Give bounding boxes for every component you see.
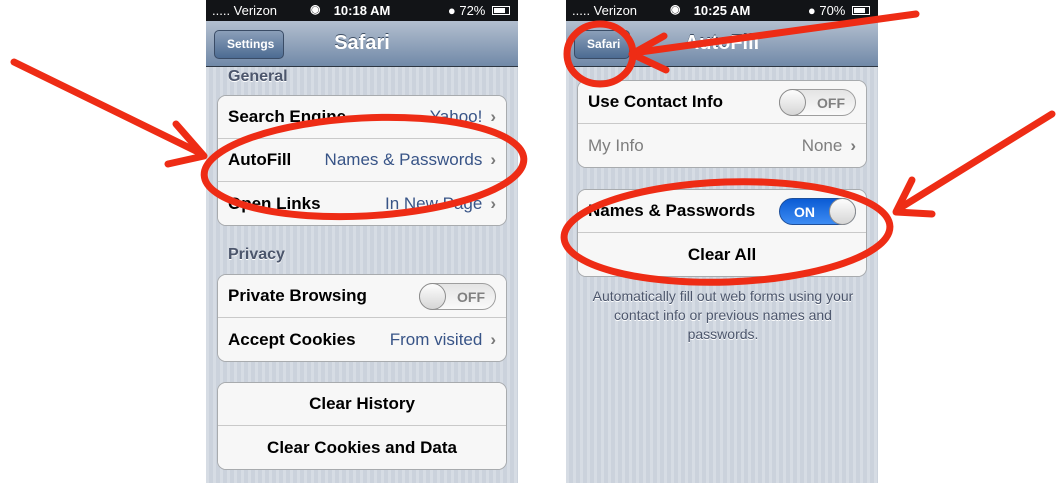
names-passwords-toggle[interactable]: ON (779, 197, 856, 225)
clear-cookies-button[interactable]: Clear Cookies and Data (218, 426, 506, 469)
toggle-state: OFF (457, 288, 485, 305)
my-info-label: My Info (588, 135, 644, 155)
page-title: Safari (334, 32, 390, 54)
battery-indicator: ● 70% (808, 3, 870, 18)
privacy-group: Private Browsing OFF Accept Cookies From… (217, 274, 507, 362)
toggle-state: ON (794, 203, 815, 220)
toggle-state: OFF (817, 94, 845, 111)
autofill-description: Automatically fill out web forms using y… (592, 288, 854, 342)
toggle-knob (779, 88, 806, 116)
open-links-row[interactable]: Open Links In New Page › (218, 182, 506, 225)
accept-cookies-value: From visited (389, 329, 483, 349)
autofill-settings-screen: ..... Verizon ◉ 10:25 AM ● 70% Safari Au… (566, 0, 878, 483)
arrow-left-shaft (10, 58, 202, 156)
arrow-left-head (164, 120, 208, 168)
my-info-row[interactable]: My Info None › (578, 124, 866, 167)
chevron-right-icon: › (490, 107, 496, 126)
names-passwords-row: Names & Passwords ON (578, 190, 866, 233)
status-bar: ..... Verizon ◉ 10:18 AM ● 72% (206, 0, 518, 21)
search-engine-value: Yahoo! (429, 107, 483, 126)
use-contact-info-label: Use Contact Info (588, 92, 724, 111)
toggle-knob (829, 197, 856, 225)
page-title: AutoFill (684, 32, 760, 54)
alarm-icon: ● (447, 3, 456, 18)
names-passwords-label: Names & Passwords (588, 201, 756, 220)
chevron-right-icon: › (850, 135, 856, 155)
battery-percent: 72% (459, 3, 486, 18)
alarm-icon: ● (807, 3, 816, 18)
safari-settings-screen: ..... Verizon ◉ 10:18 AM ● 72% Settings … (206, 0, 518, 483)
general-group: Search Engine Yahoo! › AutoFill Names & … (217, 95, 507, 226)
arrow-right-shaft (896, 110, 1056, 212)
chevron-right-icon: › (490, 329, 496, 349)
search-engine-label: Search Engine (228, 107, 347, 126)
private-browsing-row: Private Browsing OFF (218, 275, 506, 318)
clear-all-button[interactable]: Clear All (578, 233, 866, 276)
battery-icon (852, 6, 870, 15)
clear-group: Clear History Clear Cookies and Data (217, 382, 507, 470)
autofill-row[interactable]: AutoFill Names & Passwords › (218, 139, 506, 182)
section-header-privacy: Privacy (228, 246, 285, 263)
clear-cookies-label: Clear Cookies and Data (267, 437, 457, 457)
autofill-label: AutoFill (228, 150, 292, 169)
arrow-right-head (892, 176, 936, 218)
clear-history-label: Clear History (309, 394, 415, 413)
contact-info-group: Use Contact Info OFF My Info None › (577, 80, 867, 168)
accept-cookies-row[interactable]: Accept Cookies From visited › (218, 318, 506, 361)
open-links-label: Open Links (228, 193, 321, 213)
status-bar: ..... Verizon ◉ 10:25 AM ● 70% (566, 0, 878, 21)
private-browsing-label: Private Browsing (228, 286, 367, 305)
use-contact-info-row: Use Contact Info OFF (578, 81, 866, 124)
accept-cookies-label: Accept Cookies (228, 329, 356, 349)
names-passwords-group: Names & Passwords ON Clear All (577, 189, 867, 277)
autofill-value: Names & Passwords (324, 150, 483, 169)
chevron-right-icon: › (490, 193, 496, 213)
clear-all-label: Clear All (687, 244, 757, 264)
search-engine-row[interactable]: Search Engine Yahoo! › (218, 96, 506, 139)
battery-percent: 70% (819, 3, 846, 18)
navigation-bar: Settings Safari (206, 21, 518, 67)
use-contact-info-toggle[interactable]: OFF (779, 88, 856, 116)
open-links-value: In New Page (384, 193, 483, 213)
battery-icon (492, 6, 510, 15)
my-info-value: None (801, 135, 843, 155)
clear-history-button[interactable]: Clear History (218, 383, 506, 426)
toggle-knob (419, 282, 446, 310)
annotation-overlay (10, 10, 1056, 286)
battery-indicator: ● 72% (448, 3, 510, 18)
navigation-bar: Safari AutoFill (566, 21, 878, 67)
private-browsing-toggle[interactable]: OFF (419, 282, 496, 310)
section-header-general: General (228, 68, 288, 85)
chevron-right-icon: › (490, 150, 496, 169)
